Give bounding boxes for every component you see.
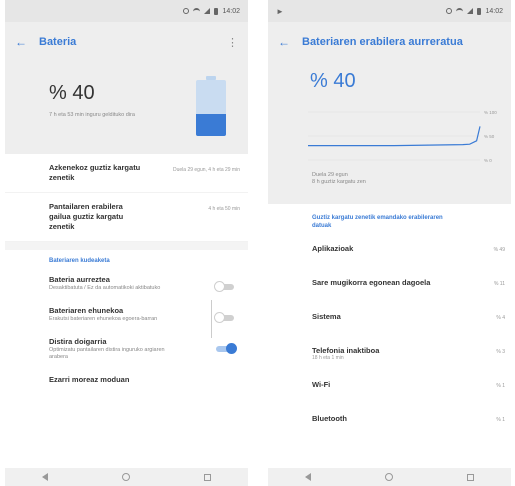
usage-label: Sare mugikorra egonean dagoela bbox=[312, 278, 431, 287]
battery-saver-label: Bateria aurreztea bbox=[49, 275, 110, 284]
last-full-charge-value: Duela 29 egun, 4 h eta 29 min bbox=[173, 167, 240, 173]
battery-status-icon bbox=[477, 7, 482, 15]
status-time: 14:02 bbox=[222, 7, 240, 15]
usage-row-cell-standby[interactable]: Sare mugikorra egonean dagoela % 11 bbox=[268, 270, 511, 304]
battery-percent: % 40 bbox=[49, 82, 95, 104]
usage-sub: 18 h eta 1 min bbox=[312, 355, 344, 361]
adaptive-brightness-desc: Optimizatu pantailaren distira inguruko … bbox=[49, 347, 165, 360]
chart-y-tick-label: % 100 bbox=[484, 110, 497, 115]
divider bbox=[211, 300, 212, 338]
page-title: Bateria bbox=[39, 36, 77, 48]
advanced-battery-usage-screen: ► 14:02 ← Bateriaren erabilera aurreratu… bbox=[268, 0, 511, 486]
ambient-mode-label: Ezarri moreaz moduan bbox=[49, 375, 130, 384]
last-full-charge-label: Azkenekoz guztiz kargatu zenetik bbox=[49, 163, 141, 182]
usage-value: % 4 bbox=[496, 315, 505, 321]
battery-percentage-label: Bateriaren ehunekoa bbox=[49, 306, 124, 315]
page-title: Bateriaren erabilera aurreratua bbox=[302, 36, 463, 48]
adaptive-brightness-switch[interactable] bbox=[216, 343, 237, 354]
usage-summary: % 40 % 100 % 50 % 0 Duela 29 egun 8 h guzt… bbox=[268, 62, 511, 204]
app-bar: ← Bateriaren erabilera aurreratua bbox=[268, 22, 511, 62]
battery-remaining: 7 h eta 53 min inguru geldituko dira bbox=[49, 112, 135, 118]
nav-home-icon[interactable] bbox=[122, 473, 130, 481]
usage-since: Duela 29 egun 8 h guztiz kargatu zen bbox=[312, 172, 366, 186]
back-arrow-icon[interactable]: ← bbox=[15, 35, 39, 49]
usage-label: Bluetooth bbox=[312, 414, 347, 423]
usage-label: Aplikazioak bbox=[312, 244, 354, 253]
battery-management-heading: Bateriaren kudeaketa bbox=[49, 258, 110, 264]
ambient-mode-row[interactable]: Ezarri moreaz moduan bbox=[5, 368, 248, 392]
status-time: 14:02 bbox=[485, 7, 503, 15]
signal-icon bbox=[467, 8, 474, 14]
usage-since-line-2: 8 h guztiz kargatu zen bbox=[312, 179, 366, 185]
screen-usage-label: Pantailaren erabilera gailua guztiz karg… bbox=[49, 202, 124, 231]
wifi-icon bbox=[456, 7, 464, 15]
battery-screen: 14:02 ← Bateria ⋮ % 40 7 h eta 53 min in… bbox=[5, 0, 248, 486]
battery-saver-switch[interactable] bbox=[214, 281, 234, 292]
nav-home-icon[interactable] bbox=[385, 473, 393, 481]
battery-saver-desc: Desaktibatuta / Ez da automatikoki aktib… bbox=[49, 285, 161, 291]
usage-value: % 49 bbox=[493, 247, 505, 253]
chart-y-tick-label: % 50 bbox=[484, 134, 495, 139]
nav-recents-icon[interactable] bbox=[204, 473, 211, 481]
chart-y-tick-label: % 0 bbox=[484, 158, 492, 162]
nav-recents-icon[interactable] bbox=[467, 473, 474, 481]
usage-row-wifi[interactable]: Wi-Fi % 1 bbox=[268, 372, 511, 406]
battery-summary: % 40 7 h eta 53 min inguru geldituko dir… bbox=[5, 62, 248, 154]
adaptive-brightness-label: Distira doigarria bbox=[49, 337, 107, 346]
battery-percentage-desc: Erakutsi bateriaren ehunekoa egoera-barr… bbox=[49, 316, 158, 322]
battery-status-icon bbox=[214, 7, 219, 15]
usage-value: % 1 bbox=[496, 383, 505, 389]
nav-back-icon[interactable] bbox=[42, 473, 48, 481]
usage-row-system[interactable]: Sistema % 4 bbox=[268, 304, 511, 338]
status-bar: 14:02 bbox=[5, 0, 248, 22]
usage-row-phone-idle[interactable]: Telefonia inaktiboa 18 h eta 1 min % 3 bbox=[268, 338, 511, 372]
battery-percentage-switch[interactable] bbox=[214, 312, 234, 323]
usage-value: % 1 bbox=[496, 417, 505, 423]
usage-label: Sistema bbox=[312, 312, 341, 321]
battery-saver-row[interactable]: Bateria aurreztea Desaktibatuta / Ez da … bbox=[5, 268, 248, 299]
battery-level-fill bbox=[196, 113, 226, 136]
back-arrow-icon[interactable]: ← bbox=[278, 35, 302, 49]
usage-value: % 11 bbox=[493, 281, 505, 287]
play-icon: ► bbox=[276, 6, 284, 16]
nav-back-icon[interactable] bbox=[305, 473, 311, 481]
battery-level-icon bbox=[196, 76, 226, 136]
screen-usage-row[interactable]: Pantailaren erabilera gailua guztiz karg… bbox=[5, 193, 248, 242]
screen-usage-value: 4 h eta 50 min bbox=[208, 206, 240, 212]
battery-history-chart: % 100 % 50 % 0 bbox=[308, 110, 497, 162]
last-full-charge-row[interactable]: Azkenekoz guztiz kargatu zenetik Duela 2… bbox=[5, 154, 248, 193]
signal-icon bbox=[204, 8, 211, 14]
usage-value: % 3 bbox=[496, 349, 505, 355]
usage-since-line-1: Duela 29 egun bbox=[312, 172, 348, 178]
status-bar: ► 14:02 bbox=[268, 0, 511, 22]
usage-row-bluetooth[interactable]: Bluetooth % 1 bbox=[268, 406, 511, 440]
alarm-icon bbox=[446, 8, 453, 14]
alarm-icon bbox=[183, 8, 190, 14]
app-bar: ← Bateria ⋮ bbox=[5, 22, 248, 62]
usage-label: Wi-Fi bbox=[312, 380, 331, 389]
battery-percent: % 40 bbox=[310, 70, 356, 92]
navigation-bar bbox=[268, 468, 511, 486]
navigation-bar bbox=[5, 468, 248, 486]
usage-row-apps[interactable]: Aplikazioak % 49 bbox=[268, 236, 511, 270]
usage-since-full-charge-heading: Guztiz kargatu zenetik emandako erabiler… bbox=[312, 215, 443, 229]
overflow-menu-icon[interactable]: ⋮ bbox=[227, 36, 238, 49]
wifi-icon bbox=[193, 7, 201, 15]
usage-label: Telefonia inaktiboa bbox=[312, 346, 380, 355]
